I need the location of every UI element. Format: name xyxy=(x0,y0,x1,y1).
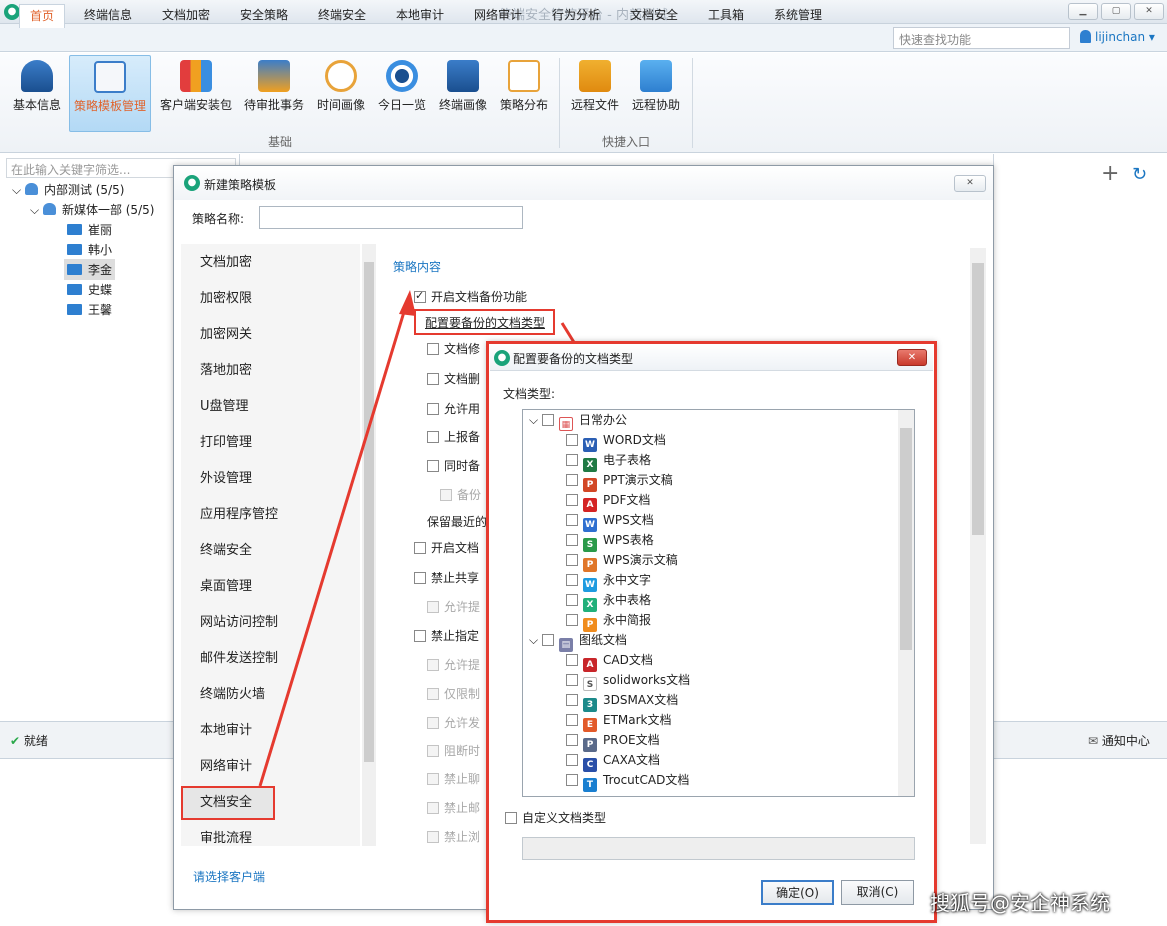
doc-type-item[interactable]: S WPS表格 xyxy=(566,530,654,552)
checkbox[interactable] xyxy=(566,534,578,546)
checkbox[interactable] xyxy=(566,574,578,586)
custom-doc-type-input[interactable] xyxy=(522,837,915,860)
checkbox[interactable] xyxy=(566,494,578,506)
doc-type-item[interactable]: P PPT演示文稿 xyxy=(566,470,673,492)
doc-type-item[interactable]: T TrocutCAD文档 xyxy=(566,770,689,792)
solidworks-icon: S xyxy=(583,677,597,691)
subdialog-title: 配置要备份的文档类型 xyxy=(513,352,634,366)
office-icon: ▦ xyxy=(558,417,573,431)
checkbox[interactable] xyxy=(566,474,578,486)
checkbox[interactable] xyxy=(541,414,554,426)
custom-doc-type-option[interactable]: 自定义文档类型 xyxy=(505,809,606,826)
doc-type-item[interactable]: W WPS文档 xyxy=(566,510,654,532)
checkbox[interactable] xyxy=(505,812,517,824)
checkbox[interactable] xyxy=(566,674,578,686)
doc-type-item[interactable]: W WORD文档 xyxy=(566,430,666,452)
checkbox[interactable] xyxy=(566,434,578,446)
doc-type-item[interactable]: E ETMark文档 xyxy=(566,710,672,732)
group-drawings[interactable]: ⌵ ▤ 图纸文档 xyxy=(529,630,627,652)
checkbox[interactable] xyxy=(566,714,578,726)
checkbox[interactable] xyxy=(566,754,578,766)
group-daily-office[interactable]: ⌵ ▦ 日常办公 xyxy=(529,410,627,431)
doc-type-item[interactable]: X 电子表格 xyxy=(566,450,651,472)
doc-type-item[interactable]: 3 3DSMAX文档 xyxy=(566,690,678,712)
app-logo-icon: ● xyxy=(494,350,510,366)
doc-type-label: 文档类型: xyxy=(503,387,556,401)
type-list-scroll-thumb[interactable] xyxy=(900,428,912,650)
doc-type-item[interactable]: C CAXA文档 xyxy=(566,750,660,772)
doc-type-item[interactable]: A PDF文档 xyxy=(566,490,650,512)
arrow-line xyxy=(258,301,409,787)
checkbox[interactable] xyxy=(566,734,578,746)
doc-type-item[interactable]: P WPS演示文稿 xyxy=(566,550,678,572)
watermark-text: 搜狐号@安企神系统 xyxy=(930,891,1110,915)
checkbox[interactable] xyxy=(566,774,578,786)
arrow-head xyxy=(399,290,416,316)
checkbox[interactable] xyxy=(566,614,578,626)
doc-type-tree: ⌵ ▦ 日常办公 W WORD文档 X 电子表格 P PPT演示文稿 A PDF文档 WW… xyxy=(522,409,915,797)
subdialog-close-button[interactable]: ✕ xyxy=(897,349,927,366)
checkbox[interactable] xyxy=(541,634,554,646)
chevron-down-icon[interactable]: ⌵ xyxy=(529,413,538,427)
doc-type-item[interactable]: Ssolidworks文档 xyxy=(566,670,690,691)
checkbox[interactable] xyxy=(566,514,578,526)
trocutcad-icon: T xyxy=(583,778,597,792)
ok-button[interactable]: 确定(O) xyxy=(761,880,834,905)
checkbox[interactable] xyxy=(566,594,578,606)
checkbox[interactable] xyxy=(566,554,578,566)
doc-type-item[interactable]: P 永中简报 xyxy=(566,610,651,632)
checkbox[interactable] xyxy=(566,454,578,466)
doc-type-item[interactable]: A CAD文档 xyxy=(566,650,653,672)
doc-type-item[interactable]: X 永中表格 xyxy=(566,590,651,612)
cancel-button[interactable]: 取消(C) xyxy=(841,880,914,905)
doc-type-item[interactable]: P PROE文档 xyxy=(566,730,660,752)
chevron-down-icon[interactable]: ⌵ xyxy=(529,633,538,647)
doc-type-item[interactable]: W 永中文字 xyxy=(566,570,651,592)
checkbox[interactable] xyxy=(566,694,578,706)
checkbox[interactable] xyxy=(566,654,578,666)
